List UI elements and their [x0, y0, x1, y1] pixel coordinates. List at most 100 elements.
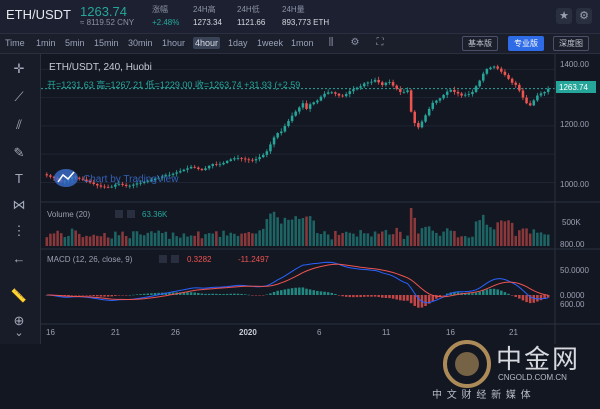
macd-hist-bar [442, 295, 445, 296]
macd-close-icon[interactable] [171, 255, 179, 263]
interval-15min[interactable]: 15min [94, 38, 119, 48]
brush-icon[interactable]: ✎ [10, 144, 28, 162]
close-icon[interactable] [127, 210, 135, 218]
volume-bar [157, 230, 160, 246]
macd-hist-bar [247, 294, 251, 296]
volume-bar [341, 233, 344, 246]
current-price-label: 1263.74 [559, 83, 588, 92]
star-icon[interactable]: ★ [556, 8, 572, 24]
candle-body [218, 164, 222, 166]
volume-bar [312, 220, 315, 246]
volume-bar [81, 237, 85, 246]
chart-type-icon[interactable]: ⫼ [325, 37, 337, 49]
text-tool-icon[interactable]: T [10, 170, 28, 188]
macd-hist-bar [406, 295, 409, 301]
interval-1week[interactable]: 1week [257, 38, 283, 48]
interval-5min[interactable]: 5min [65, 38, 85, 48]
volume-bar [420, 228, 424, 246]
interval-4hour[interactable]: 4hour [193, 37, 221, 49]
interval-1hour[interactable]: 1hour [162, 38, 185, 48]
back-arrow-icon[interactable]: ← [10, 250, 28, 268]
volume-bar [265, 219, 269, 246]
stat-low-label: 24H低 [237, 5, 260, 14]
mode-pro-button[interactable]: 专业版 [508, 36, 544, 51]
pattern-tool-icon[interactable]: ⋈ [10, 196, 28, 214]
candle-body [503, 71, 507, 75]
volume-bar [381, 231, 384, 246]
candle-body [381, 82, 384, 86]
volume-bar [52, 233, 56, 246]
macd-hist-bar [388, 295, 391, 299]
macd-hist-bar [236, 293, 240, 295]
volume-bar [175, 236, 178, 246]
volume-bar [521, 228, 525, 246]
volume-bar [258, 230, 261, 246]
volume-bar [431, 230, 435, 246]
fullscreen-icon[interactable]: ⛶ [374, 37, 386, 49]
candle-body [399, 88, 402, 92]
volume-bar [78, 233, 81, 246]
stat-high-value: 1273.34 [193, 18, 222, 27]
candle-body [233, 158, 236, 160]
macd-hist-bar [117, 295, 121, 296]
interval-time[interactable]: Time [5, 38, 25, 48]
x-label-2020: 2020 [239, 328, 257, 337]
interval-1day[interactable]: 1day [228, 38, 248, 48]
macd-hist-bar [319, 291, 323, 295]
macd-hist-bar [290, 288, 294, 295]
market-header: ETH/USDT 1263.74 ≈ 8119.52 CNY 涨幅 +2.48%… [0, 0, 600, 34]
macd-hist-bar [348, 295, 352, 298]
ruler-icon[interactable]: 📏 [10, 287, 28, 305]
mode-basic-button[interactable]: 基本版 [462, 36, 498, 51]
crosshair-icon[interactable]: ✛ [10, 60, 28, 78]
macd-hist-bar [70, 295, 74, 296]
candle-body [99, 185, 103, 187]
mode-depth-button[interactable]: 深度图 [553, 36, 589, 51]
pair-name[interactable]: ETH/USDT [6, 7, 71, 22]
volume-bar [269, 213, 272, 246]
macd-hist-bar [355, 295, 359, 298]
trendline-icon[interactable]: ⟋ [10, 88, 28, 106]
candle-body [283, 126, 287, 132]
volume-bar [222, 230, 225, 246]
prediction-tool-icon[interactable]: ⋮ [10, 222, 28, 240]
legend-symbol: ETH/USDT, 240, Huobi [49, 62, 152, 73]
interval-30min[interactable]: 30min [128, 38, 153, 48]
candle-body [240, 157, 243, 159]
macd-hist-bar [316, 290, 319, 295]
fib-tool-icon[interactable]: ⫽ [10, 116, 28, 134]
macd-hist-bar [243, 294, 247, 295]
candle-body [453, 89, 456, 92]
volume-bar [485, 224, 489, 246]
settings-icon[interactable]: ⚙ [349, 37, 361, 49]
candle-body [500, 68, 503, 72]
macd-hist-bar [507, 293, 510, 295]
volume-bar [215, 231, 218, 246]
macd-hist-bar [142, 293, 146, 295]
macd-hist-bar [225, 293, 229, 295]
volume-bar [344, 231, 348, 246]
macd-hist-bar [330, 292, 334, 295]
candle-body [471, 91, 474, 95]
candle-body [229, 159, 233, 161]
eye-icon[interactable] [115, 210, 123, 218]
candle-body [427, 108, 431, 116]
volume-bar [362, 233, 366, 246]
volume-bar [124, 236, 128, 246]
candle-body [258, 157, 261, 160]
chevron-down-icon[interactable]: ⌄ [10, 324, 28, 342]
macd-hist-bar [496, 289, 499, 295]
candle-body [435, 100, 438, 103]
volume-bar [536, 232, 539, 246]
candle-body [103, 186, 106, 188]
candle-body [514, 82, 517, 85]
price-chart[interactable]: ETH/USDT, 240, Huobi 开=1231.63 高=1267.21… [41, 54, 600, 344]
volume-bar [96, 235, 99, 246]
interval-1min[interactable]: 1min [36, 38, 56, 48]
macd-eye-icon[interactable] [159, 255, 167, 263]
macd-hist-bar [233, 293, 236, 295]
volume-bar [135, 231, 139, 246]
candle-body [308, 104, 312, 109]
interval-1mon[interactable]: 1mon [291, 38, 314, 48]
gear-icon[interactable]: ⚙ [576, 8, 592, 24]
